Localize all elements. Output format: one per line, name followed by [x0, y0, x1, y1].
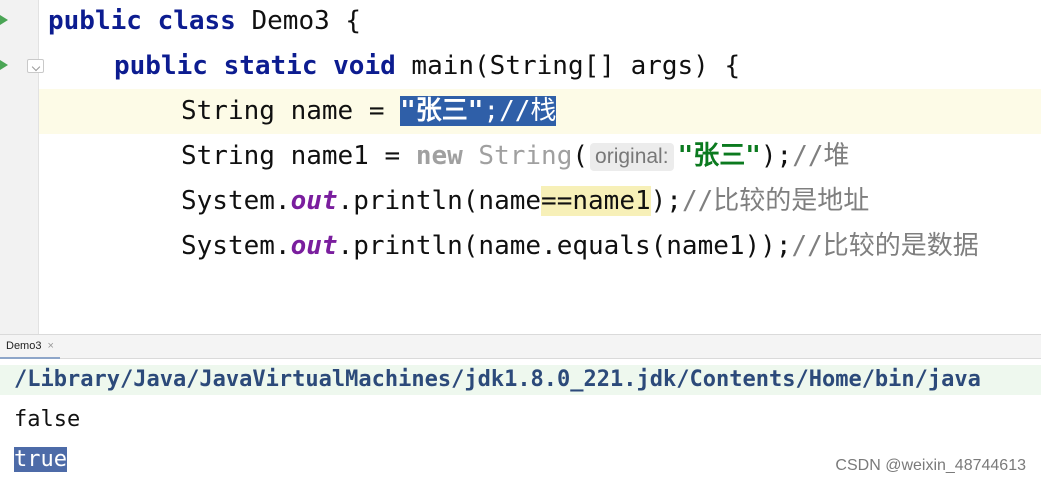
- editor-gutter: [0, 0, 44, 334]
- console-output-false: false: [14, 407, 81, 432]
- ide-window: public class Demo3 { public static void …: [0, 0, 1041, 483]
- code-editor[interactable]: public class Demo3 { public static void …: [0, 0, 1041, 334]
- console-command-line: /Library/Java/JavaVirtualMachines/jdk1.8…: [0, 365, 1041, 395]
- code-line-6[interactable]: System.out.println(name.equals(name1));/…: [181, 229, 979, 263]
- close-icon[interactable]: ×: [47, 340, 53, 352]
- parameter-hint: original:: [590, 143, 674, 171]
- run-console-panel: Demo3 × /Library/Java/JavaVirtualMachine…: [0, 334, 1041, 483]
- code-line-5[interactable]: System.out.println(name==name1);//比较的是地址: [181, 184, 869, 218]
- tab-demo3[interactable]: Demo3 ×: [0, 335, 60, 359]
- text-selection[interactable]: "张三";//栈: [400, 96, 557, 126]
- brace-match-highlight: ==name1: [541, 186, 651, 216]
- watermark: CSDN @weixin_48744613: [835, 457, 1026, 474]
- console-output-true[interactable]: true: [14, 445, 67, 475]
- code-line-4[interactable]: String name1 = new String(original: "张三")…: [181, 139, 850, 173]
- code-line-3[interactable]: String name = "张三";//栈: [181, 94, 557, 128]
- run-main-icon[interactable]: [0, 60, 8, 70]
- run-tab-bar: Demo3 ×: [0, 334, 1041, 359]
- code-line-2[interactable]: public static void main(String[] args) {: [114, 49, 740, 83]
- code-line-1[interactable]: public class Demo3 {: [48, 4, 361, 38]
- selected-output-text: true: [14, 447, 67, 472]
- tab-label: Demo3: [6, 340, 42, 352]
- fold-icon[interactable]: [27, 59, 44, 73]
- run-class-icon[interactable]: [0, 15, 8, 25]
